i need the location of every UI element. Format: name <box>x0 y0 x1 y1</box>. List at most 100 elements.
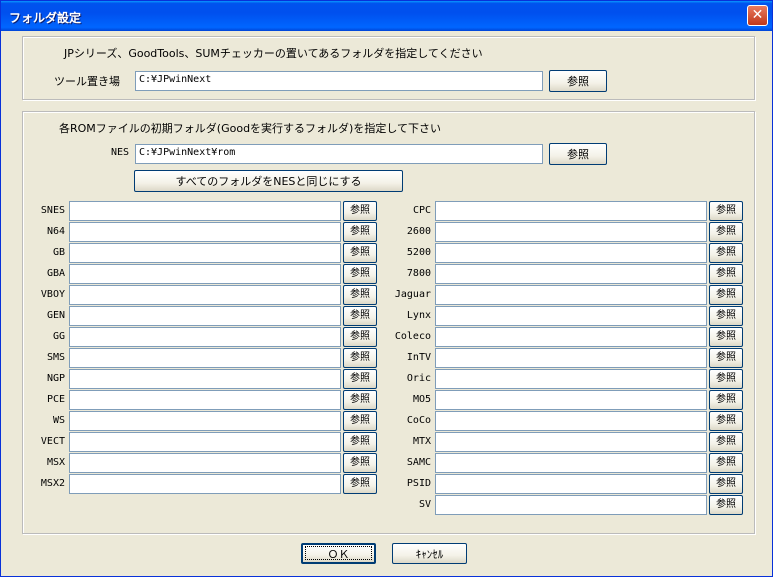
system-label-sms: SMS <box>46 352 65 363</box>
system-label-gg: GG <box>52 331 65 342</box>
system-label-gen: GEN <box>46 310 65 321</box>
tool-folder-label: ツール置き場 <box>54 75 120 88</box>
system-folder-field-mo5[interactable] <box>435 390 707 410</box>
system-browse-button-vect[interactable]: 参照 <box>343 432 377 452</box>
system-browse-button-ws[interactable]: 参照 <box>343 411 377 431</box>
system-label-psid: PSID <box>406 478 431 489</box>
system-folder-field-2600[interactable] <box>435 222 707 242</box>
system-folder-field-sms[interactable] <box>69 348 341 368</box>
system-browse-button-lynx[interactable]: 参照 <box>709 306 743 326</box>
system-label-coleco: Coleco <box>394 331 431 342</box>
system-label-5200: 5200 <box>406 247 431 258</box>
nes-folder-field[interactable]: C:¥JPwinNext¥rom <box>135 144 543 164</box>
system-folder-field-msx[interactable] <box>69 453 341 473</box>
system-label-msx2: MSX2 <box>40 478 65 489</box>
system-label-sv: SV <box>418 499 431 510</box>
system-folder-field-jaguar[interactable] <box>435 285 707 305</box>
system-browse-button-oric[interactable]: 参照 <box>709 369 743 389</box>
system-label-2600: 2600 <box>406 226 431 237</box>
same-as-nes-button[interactable]: すべてのフォルダをNESと同じにする <box>134 170 403 192</box>
cancel-button[interactable]: ｷｬﾝｾﾙ <box>392 543 467 564</box>
system-browse-button-gen[interactable]: 参照 <box>343 306 377 326</box>
system-folder-field-7800[interactable] <box>435 264 707 284</box>
system-browse-button-psid[interactable]: 参照 <box>709 474 743 494</box>
system-label-ws: WS <box>52 415 65 426</box>
system-browse-button-samc[interactable]: 参照 <box>709 453 743 473</box>
system-browse-button-intv[interactable]: 参照 <box>709 348 743 368</box>
system-label-coco: CoCo <box>406 415 431 426</box>
system-label-lynx: Lynx <box>406 310 431 321</box>
system-folder-field-snes[interactable] <box>69 201 341 221</box>
system-browse-button-2600[interactable]: 参照 <box>709 222 743 242</box>
system-folder-field-pce[interactable] <box>69 390 341 410</box>
system-folder-field-n64[interactable] <box>69 222 341 242</box>
system-browse-button-n64[interactable]: 参照 <box>343 222 377 242</box>
tool-folder-description: JPシリーズ、GoodTools、SUMチェッカーの置いてあるフォルダを指定して… <box>64 47 483 60</box>
system-browse-button-coco[interactable]: 参照 <box>709 411 743 431</box>
system-browse-button-mo5[interactable]: 参照 <box>709 390 743 410</box>
system-label-n64: N64 <box>46 226 65 237</box>
system-folder-field-msx2[interactable] <box>69 474 341 494</box>
system-browse-button-gba[interactable]: 参照 <box>343 264 377 284</box>
system-label-intv: InTV <box>406 352 431 363</box>
system-label-samc: SAMC <box>406 457 431 468</box>
nes-browse-button[interactable]: 参照 <box>549 143 607 165</box>
system-browse-button-coleco[interactable]: 参照 <box>709 327 743 347</box>
system-label-gb: GB <box>52 247 65 258</box>
close-button[interactable]: ✕ <box>747 5 768 26</box>
system-folder-field-vect[interactable] <box>69 432 341 452</box>
system-folder-field-gb[interactable] <box>69 243 341 263</box>
system-label-snes: SNES <box>40 205 65 216</box>
system-browse-button-snes[interactable]: 参照 <box>343 201 377 221</box>
system-folder-field-samc[interactable] <box>435 453 707 473</box>
ok-button[interactable]: ＯＫ <box>301 543 376 564</box>
system-browse-button-gg[interactable]: 参照 <box>343 327 377 347</box>
system-label-gba: GBA <box>46 268 65 279</box>
system-browse-button-sv[interactable]: 参照 <box>709 495 743 515</box>
system-label-vboy: VBOY <box>40 289 65 300</box>
system-folder-field-gg[interactable] <box>69 327 341 347</box>
rom-folder-description: 各ROMファイルの初期フォルダ(Goodを実行するフォルダ)を指定して下さい <box>59 122 442 135</box>
system-folder-field-intv[interactable] <box>435 348 707 368</box>
system-browse-button-jaguar[interactable]: 参照 <box>709 285 743 305</box>
system-folder-field-coleco[interactable] <box>435 327 707 347</box>
system-label-ngp: NGP <box>46 373 65 384</box>
tool-folder-browse-button[interactable]: 参照 <box>549 70 607 92</box>
system-folder-field-vboy[interactable] <box>69 285 341 305</box>
system-folder-field-gba[interactable] <box>69 264 341 284</box>
system-label-cpc: CPC <box>412 205 431 216</box>
system-label-msx: MSX <box>46 457 65 468</box>
system-folder-field-5200[interactable] <box>435 243 707 263</box>
system-label-mtx: MTX <box>412 436 431 447</box>
system-folder-field-ws[interactable] <box>69 411 341 431</box>
system-folder-field-oric[interactable] <box>435 369 707 389</box>
folder-settings-dialog: フォルダ設定 ✕ JPシリーズ、GoodTools、SUMチェッカーの置いてある… <box>0 0 773 577</box>
system-folder-field-lynx[interactable] <box>435 306 707 326</box>
window-title: フォルダ設定 <box>9 11 82 25</box>
system-folder-field-ngp[interactable] <box>69 369 341 389</box>
system-browse-button-7800[interactable]: 参照 <box>709 264 743 284</box>
system-browse-button-cpc[interactable]: 参照 <box>709 201 743 221</box>
tool-folder-field[interactable]: C:¥JPwinNext <box>135 71 543 91</box>
system-browse-button-vboy[interactable]: 参照 <box>343 285 377 305</box>
system-browse-button-mtx[interactable]: 参照 <box>709 432 743 452</box>
system-browse-button-gb[interactable]: 参照 <box>343 243 377 263</box>
nes-label: NES <box>110 147 129 158</box>
system-folder-field-sv[interactable] <box>435 495 707 515</box>
system-browse-button-msx2[interactable]: 参照 <box>343 474 377 494</box>
system-browse-button-pce[interactable]: 参照 <box>343 390 377 410</box>
system-folder-field-gen[interactable] <box>69 306 341 326</box>
system-folder-field-coco[interactable] <box>435 411 707 431</box>
title-bar[interactable]: フォルダ設定 ✕ <box>1 1 772 31</box>
system-label-jaguar: Jaguar <box>394 289 431 300</box>
system-browse-button-5200[interactable]: 参照 <box>709 243 743 263</box>
system-folder-field-mtx[interactable] <box>435 432 707 452</box>
system-folder-field-cpc[interactable] <box>435 201 707 221</box>
system-folder-field-psid[interactable] <box>435 474 707 494</box>
system-label-vect: VECT <box>40 436 65 447</box>
system-browse-button-sms[interactable]: 参照 <box>343 348 377 368</box>
system-browse-button-msx[interactable]: 参照 <box>343 453 377 473</box>
system-browse-button-ngp[interactable]: 参照 <box>343 369 377 389</box>
system-label-7800: 7800 <box>406 268 431 279</box>
system-label-oric: Oric <box>406 373 431 384</box>
